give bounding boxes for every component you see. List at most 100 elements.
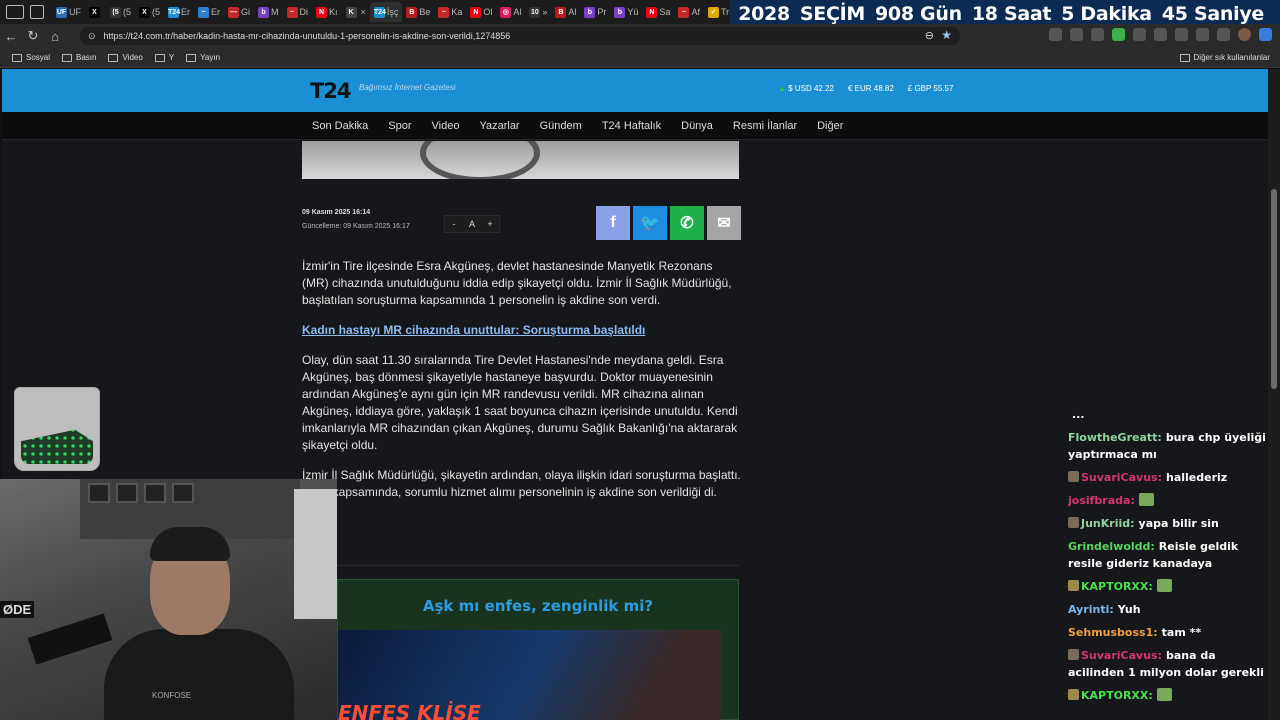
tab-title: Er: [181, 7, 191, 17]
extension-icon[interactable]: [1133, 28, 1146, 41]
wall-picture: [172, 483, 194, 503]
font-increase-button[interactable]: +: [481, 216, 499, 232]
twitter-icon: 🐦: [640, 215, 660, 232]
browser-tab[interactable]: b Pr: [580, 2, 610, 22]
extension-icon[interactable]: [1091, 28, 1104, 41]
bookmark-folder-sosyal[interactable]: Sosyal: [12, 53, 50, 62]
downloads-icon[interactable]: [1217, 28, 1230, 41]
chat-username[interactable]: KAPTORXX:: [1081, 580, 1153, 593]
article-paragraph: İzmir'in Tire ilçesinde Esra Akgüneş, de…: [302, 259, 732, 307]
chat-username[interactable]: KAPTORXX:: [1081, 689, 1153, 702]
site-logo[interactable]: T24: [310, 79, 352, 103]
extension-icon[interactable]: [1049, 28, 1062, 41]
article-paragraph: İzmir İl Sağlık Müdürlüğü, şikayetin ard…: [302, 468, 741, 516]
extension-icon[interactable]: [1112, 28, 1125, 41]
bookmarks-bar: Sosyal Basın Video Y Yayın Diğer sık kul…: [0, 48, 1280, 68]
chat-username[interactable]: FlowtheGreatt:: [1068, 431, 1162, 444]
home-icon[interactable]: ⌂: [44, 29, 66, 44]
browser-tab[interactable]: X (5: [135, 2, 164, 22]
reload-icon[interactable]: ↻: [22, 28, 44, 44]
bookmark-folder-y[interactable]: Y: [154, 53, 174, 62]
collections-icon[interactable]: [1196, 28, 1209, 41]
nav-item[interactable]: Video: [432, 120, 460, 132]
favorites-icon[interactable]: [1175, 28, 1188, 41]
chat-username[interactable]: Sehmusboss1:: [1068, 626, 1158, 639]
split-screen-icon[interactable]: [1154, 28, 1167, 41]
scrollbar-thumb[interactable]: [1271, 189, 1277, 389]
font-decrease-button[interactable]: -: [445, 216, 463, 232]
chat-text: yapa bilir sin: [1138, 517, 1219, 530]
browser-tab[interactable]: N Sa: [642, 2, 674, 22]
tab-title: (5: [123, 7, 132, 17]
browser-tab[interactable]: b Yü: [610, 2, 642, 22]
tab-close-icon[interactable]: ×: [361, 7, 366, 17]
reader-icon[interactable]: ⊖: [925, 29, 934, 42]
facebook-share-button[interactable]: f: [596, 206, 630, 240]
browser-tab[interactable]: — Gi: [224, 2, 254, 22]
nav-item[interactable]: Diğer: [817, 120, 843, 132]
countdown-year: 2028: [738, 3, 790, 25]
browser-tab[interactable]: T24 Er: [164, 2, 194, 22]
advertisement[interactable]: Aşk mı enfes, zenginlik mi? ENFES KLİŞE: [337, 579, 739, 720]
browser-tab[interactable]: UF UF: [52, 2, 85, 22]
tab-favicon-icon: X: [139, 6, 151, 18]
browser-tab[interactable]: (5 (5: [106, 2, 135, 22]
browser-tab[interactable]: N Ol: [466, 2, 496, 22]
back-icon[interactable]: ←: [0, 29, 22, 44]
related-article-link[interactable]: Kadın hastayı MR cihazında unuttular: So…: [302, 322, 742, 339]
copilot-icon[interactable]: [1259, 28, 1272, 41]
browser-tab[interactable]: N Kı: [312, 2, 342, 22]
url-field[interactable]: ⊙ https://t24.com.tr/haber/kadin-hasta-m…: [80, 27, 960, 45]
chat-username[interactable]: SuvariCavus:: [1081, 649, 1162, 662]
chat-username[interactable]: Ayrinti:: [1068, 603, 1114, 616]
workspaces-icon[interactable]: [6, 5, 24, 19]
other-bookmarks[interactable]: Diğer sık kullanılanlar: [1179, 53, 1270, 62]
browser-tab[interactable]: X: [85, 2, 106, 22]
bookmark-folder-video[interactable]: Video: [108, 53, 143, 62]
email-share-button[interactable]: ✉: [707, 206, 741, 240]
chat-username[interactable]: SuvariCavus:: [1081, 471, 1162, 484]
nav-item[interactable]: T24 Haftalık: [602, 120, 661, 132]
chat-username[interactable]: Grindelwoldd:: [1068, 540, 1155, 553]
profile-avatar[interactable]: [1238, 28, 1251, 41]
whatsapp-share-button[interactable]: ✆: [670, 206, 704, 240]
folder-icon: [154, 53, 165, 62]
extension-icon[interactable]: [1070, 28, 1083, 41]
nav-item[interactable]: Resmi İlanlar: [733, 120, 797, 132]
ad-image[interactable]: ENFES KLİŞE: [338, 630, 721, 720]
tab-title: »: [542, 7, 548, 17]
url-text: https://t24.com.tr/haber/kadin-hasta-mr-…: [103, 31, 511, 41]
browser-tab[interactable]: 10»: [525, 2, 551, 22]
nav-item[interactable]: Gündem: [540, 120, 582, 132]
browser-tab[interactable]: ~ Er: [194, 2, 224, 22]
nav-item[interactable]: Yazarlar: [479, 120, 519, 132]
tab-actions-icon[interactable]: [30, 5, 44, 19]
chat-username[interactable]: JunKriid:: [1081, 517, 1135, 530]
browser-tab[interactable]: ~ Af: [674, 2, 704, 22]
browser-tab[interactable]: B Be: [402, 2, 434, 22]
tab-title: (5: [152, 7, 161, 17]
bookmark-folder-yayin[interactable]: Yayın: [186, 53, 220, 62]
browser-tab[interactable]: ~ Ka: [434, 2, 466, 22]
tab-favicon-icon: b: [258, 6, 270, 18]
chat-username[interactable]: josifbrada:: [1068, 494, 1135, 507]
page-scrollbar[interactable]: [1268, 69, 1280, 720]
nav-item[interactable]: Dünya: [681, 120, 713, 132]
bookmark-folder-basin[interactable]: Basın: [62, 53, 96, 62]
mr-device-image: [420, 141, 540, 179]
browser-tab[interactable]: B Al: [551, 2, 580, 22]
nav-item[interactable]: Son Dakika: [312, 120, 368, 132]
browser-tab[interactable]: T24 İşç: [369, 2, 403, 22]
font-reset-button[interactable]: A: [463, 216, 481, 232]
favorite-star-icon[interactable]: ★: [941, 28, 952, 42]
browser-tab[interactable]: K ×: [342, 2, 370, 22]
browser-tab[interactable]: bM: [254, 2, 283, 22]
browser-tab[interactable]: ◎ Al: [496, 2, 525, 22]
site-info-icon[interactable]: ⊙: [88, 31, 96, 42]
twitter-share-button[interactable]: 🐦: [633, 206, 667, 240]
countdown-seconds: 45 Saniye: [1161, 3, 1264, 25]
chat-message: KAPTORXX:: [1068, 578, 1268, 595]
nav-item[interactable]: Spor: [388, 120, 411, 132]
chat-message: josifbrada:: [1068, 492, 1268, 509]
browser-tab[interactable]: ~ Di: [283, 2, 313, 22]
